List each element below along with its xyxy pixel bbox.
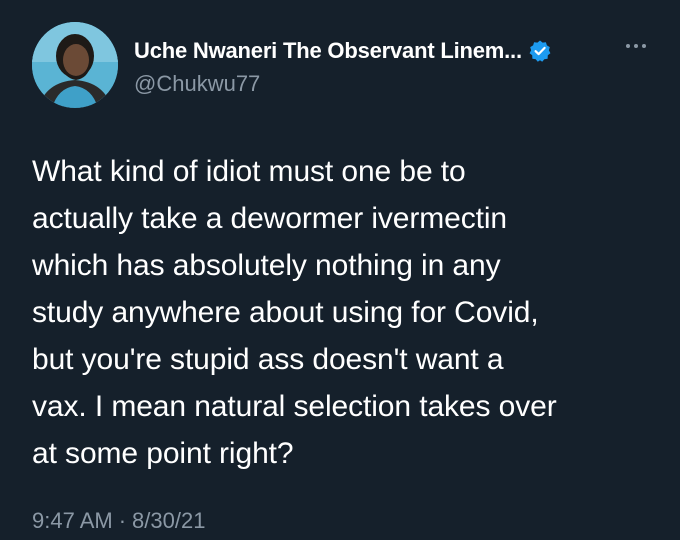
more-options-icon[interactable] [620, 34, 652, 58]
author-handle[interactable]: @Chukwu77 [134, 71, 260, 97]
author-name-row: Uche Nwaneri The Observant Linem... [134, 36, 552, 66]
author-display-name[interactable]: Uche Nwaneri The Observant Linem... [134, 38, 522, 64]
verified-badge-icon [528, 39, 552, 63]
tweet-date: 8/30/21 [132, 508, 206, 533]
tweet-time: 9:47 AM [32, 508, 113, 533]
avatar-image [32, 22, 118, 108]
tweet-card: Uche Nwaneri The Observant Linem... @Chu… [0, 0, 680, 540]
tweet-text: What kind of idiot must one be to actual… [32, 155, 557, 470]
timestamp-separator: · [118, 508, 127, 533]
avatar[interactable] [32, 22, 118, 108]
tweet-timestamp[interactable]: 9:47 AM · 8/30/21 [32, 508, 205, 534]
